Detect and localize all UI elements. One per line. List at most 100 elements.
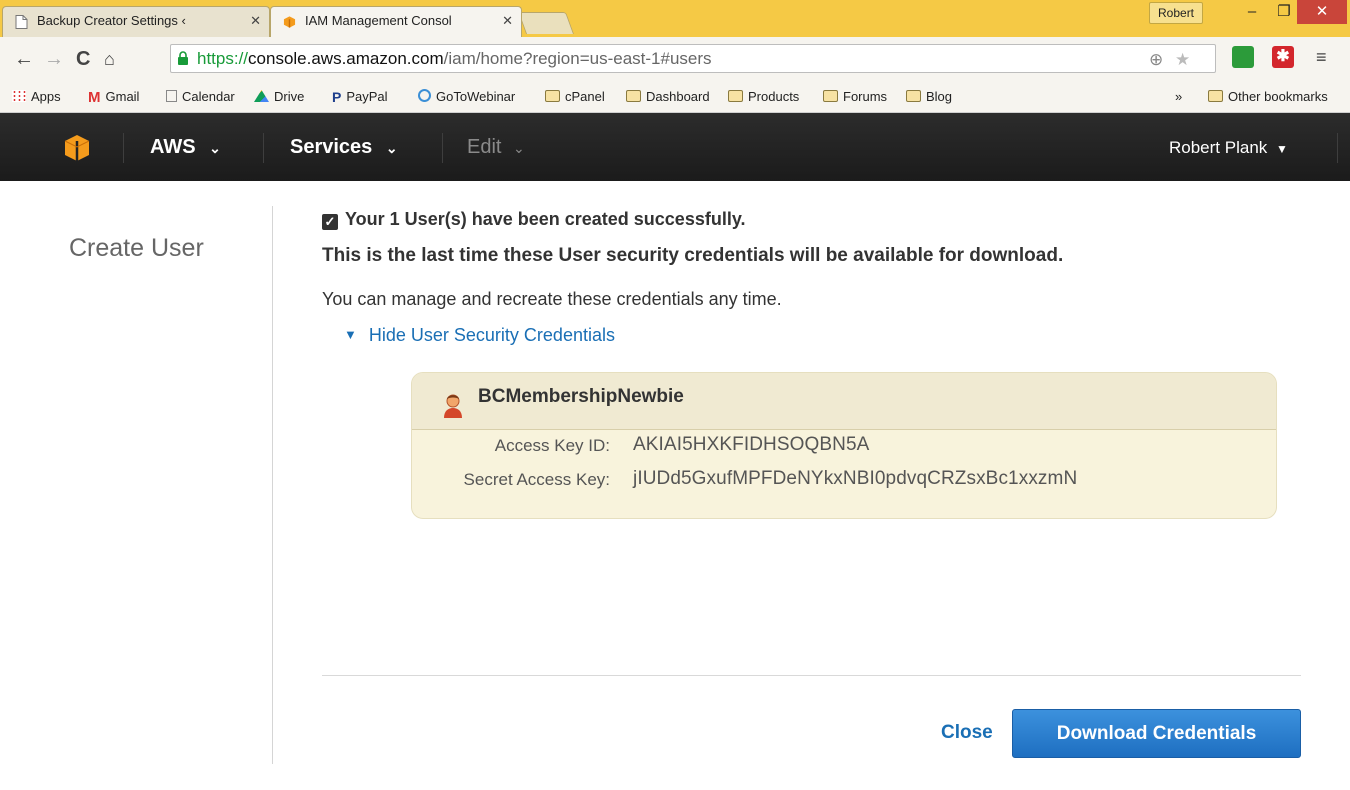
address-bar[interactable]: https://console.aws.amazon.com/iam/home?… (170, 44, 1216, 73)
bookmark-apps[interactable]: Apps (12, 88, 61, 106)
bookmark-drive[interactable]: Drive (254, 88, 304, 106)
credentials-header: BCMembershipNewbie (412, 373, 1276, 430)
bookmarks-bar: Apps M Gmail Calendar Drive P PayPal GoToW… (0, 81, 1350, 113)
hide-credentials-label: Hide User Security Credentials (368, 325, 615, 345)
bookmarks-overflow-button[interactable]: » (1175, 88, 1182, 106)
paypal-icon: P (332, 89, 342, 105)
bookmark-label: Apps (31, 89, 61, 104)
credential-username: BCMembershipNewbie (478, 386, 684, 407)
minimize-icon[interactable]: – (1235, 0, 1269, 24)
edit-menu-label: Edit (467, 136, 502, 158)
edit-menu[interactable]: Edit ⌄ (467, 133, 525, 162)
services-menu-label: Services (290, 136, 373, 158)
bookmark-other[interactable]: Other bookmarks (1208, 88, 1328, 106)
bookmark-products[interactable]: Products (728, 88, 799, 106)
bookmark-label: PayPal (346, 89, 388, 104)
document-icon (166, 90, 177, 102)
bookmark-star-icon[interactable]: ★ (1175, 50, 1190, 70)
bookmark-calendar[interactable]: Calendar (166, 88, 235, 106)
back-arrow-icon[interactable]: ← (14, 45, 34, 73)
folder-icon (906, 90, 921, 102)
bookmark-paypal[interactable]: P PayPal (332, 88, 388, 106)
bookmark-blog[interactable]: Blog (906, 88, 952, 106)
extension-robot-icon[interactable] (1232, 46, 1254, 68)
folder-icon (823, 90, 838, 102)
folder-icon (1208, 90, 1223, 102)
close-link[interactable]: Close (941, 720, 993, 746)
bookmark-label: GoToWebinar (436, 89, 516, 104)
checkbox-checked-icon: ✓ (322, 214, 338, 230)
menu-icon[interactable]: ≡ (1316, 47, 1332, 69)
folder-icon (626, 90, 641, 102)
nav-separator (1337, 133, 1338, 163)
extension-lastpass-icon[interactable]: ✱ (1272, 46, 1294, 68)
access-key-value: AKIAI5HXKFIDHSOQBN5A (633, 434, 870, 455)
aws-navbar: AWS ⌄ Services ⌄ Edit ⌄ Robert Plank ▼ (0, 113, 1350, 181)
apps-grid-icon (12, 90, 26, 102)
bookmark-label: Blog (926, 89, 953, 104)
aws-menu[interactable]: AWS ⌄ (150, 133, 221, 162)
zoom-icon[interactable]: ⊕ (1149, 50, 1163, 70)
bookmark-cpanel[interactable]: cPanel (545, 88, 605, 106)
hide-credentials-link[interactable]: ▼ Hide User Security Credentials (344, 322, 615, 348)
credentials-panel: BCMembershipNewbie Access Key ID: AKIAI5… (411, 372, 1277, 519)
nav-separator (263, 133, 264, 163)
bookmark-gotowebinar[interactable]: GoToWebinar (418, 88, 515, 106)
drive-icon (254, 90, 269, 102)
bookmark-label: Calendar (182, 89, 235, 104)
profile-button[interactable]: Robert (1149, 2, 1204, 24)
chevron-down-icon: ⌄ (385, 140, 398, 156)
secret-key-value: jIUDd5GxufMPFDeNYkxNBI0pdvqCRZsxBc1xxzmN (633, 468, 1078, 489)
success-text: Your 1 User(s) have been created success… (345, 209, 746, 229)
tab-iam-console[interactable]: IAM Management Consol ✕ (270, 6, 522, 37)
gmail-icon: M (88, 89, 101, 106)
url-scheme: https:// (197, 49, 249, 68)
home-icon[interactable]: ⌂ (104, 45, 115, 73)
bookmark-dashboard[interactable]: Dashboard (626, 88, 710, 106)
bookmark-label: Dashboard (646, 89, 710, 104)
maximize-icon[interactable]: ❐ (1267, 0, 1301, 24)
new-tab-button[interactable] (517, 12, 575, 34)
bookmark-label: cPanel (565, 89, 605, 104)
reload-icon[interactable]: C (76, 45, 90, 73)
forward-arrow-icon[interactable]: → (44, 45, 64, 73)
window-close-icon[interactable]: ✕ (1297, 0, 1347, 24)
aws-menu-label: AWS (150, 136, 196, 158)
aws-cube-icon[interactable] (62, 133, 92, 163)
browser-titlebar: Backup Creator Settings ‹ ✕ IAM Manageme… (0, 0, 1350, 37)
url-text: https://console.aws.amazon.com/iam/home?… (197, 49, 712, 69)
services-menu[interactable]: Services ⌄ (290, 133, 398, 162)
account-menu[interactable]: Robert Plank ▼ (1169, 135, 1288, 162)
folder-icon (728, 90, 743, 102)
tab-title: IAM Management Consol (305, 13, 452, 28)
lock-icon (178, 51, 188, 65)
access-key-label: Access Key ID: (494, 436, 610, 455)
bookmark-label: Other bookmarks (1228, 89, 1328, 104)
tab-title: Backup Creator Settings ‹ (37, 13, 186, 28)
gotowebinar-icon (418, 89, 431, 102)
bookmark-label: Products (748, 89, 800, 104)
nav-separator (442, 133, 443, 163)
close-tab-icon[interactable]: ✕ (502, 7, 513, 35)
page-title: Create User (69, 234, 204, 262)
caret-down-icon: ▼ (1276, 142, 1288, 156)
bookmark-label: Gmail (105, 89, 140, 104)
document-icon (15, 15, 28, 29)
bookmark-label: Forums (843, 89, 888, 104)
triangle-down-icon: ▼ (344, 327, 357, 342)
secret-key-label: Secret Access Key: (463, 470, 610, 489)
url-host: console.aws.amazon.com (248, 49, 444, 68)
tab-backup-creator[interactable]: Backup Creator Settings ‹ ✕ (2, 6, 270, 37)
account-name: Robert Plank (1169, 138, 1268, 157)
bookmark-forums[interactable]: Forums (823, 88, 887, 106)
chevron-down-icon: ⌄ (513, 140, 525, 156)
aws-box-icon (283, 16, 296, 28)
chevron-down-icon: ⌄ (209, 140, 221, 156)
bookmark-gmail[interactable]: M Gmail (88, 88, 139, 106)
folder-icon (545, 90, 560, 102)
manage-message: You can manage and recreate these creden… (322, 289, 782, 309)
download-credentials-button[interactable]: Download Credentials (1012, 709, 1301, 758)
close-tab-icon[interactable]: ✕ (250, 7, 261, 35)
footer-divider (322, 675, 1301, 676)
vertical-divider (272, 206, 273, 764)
